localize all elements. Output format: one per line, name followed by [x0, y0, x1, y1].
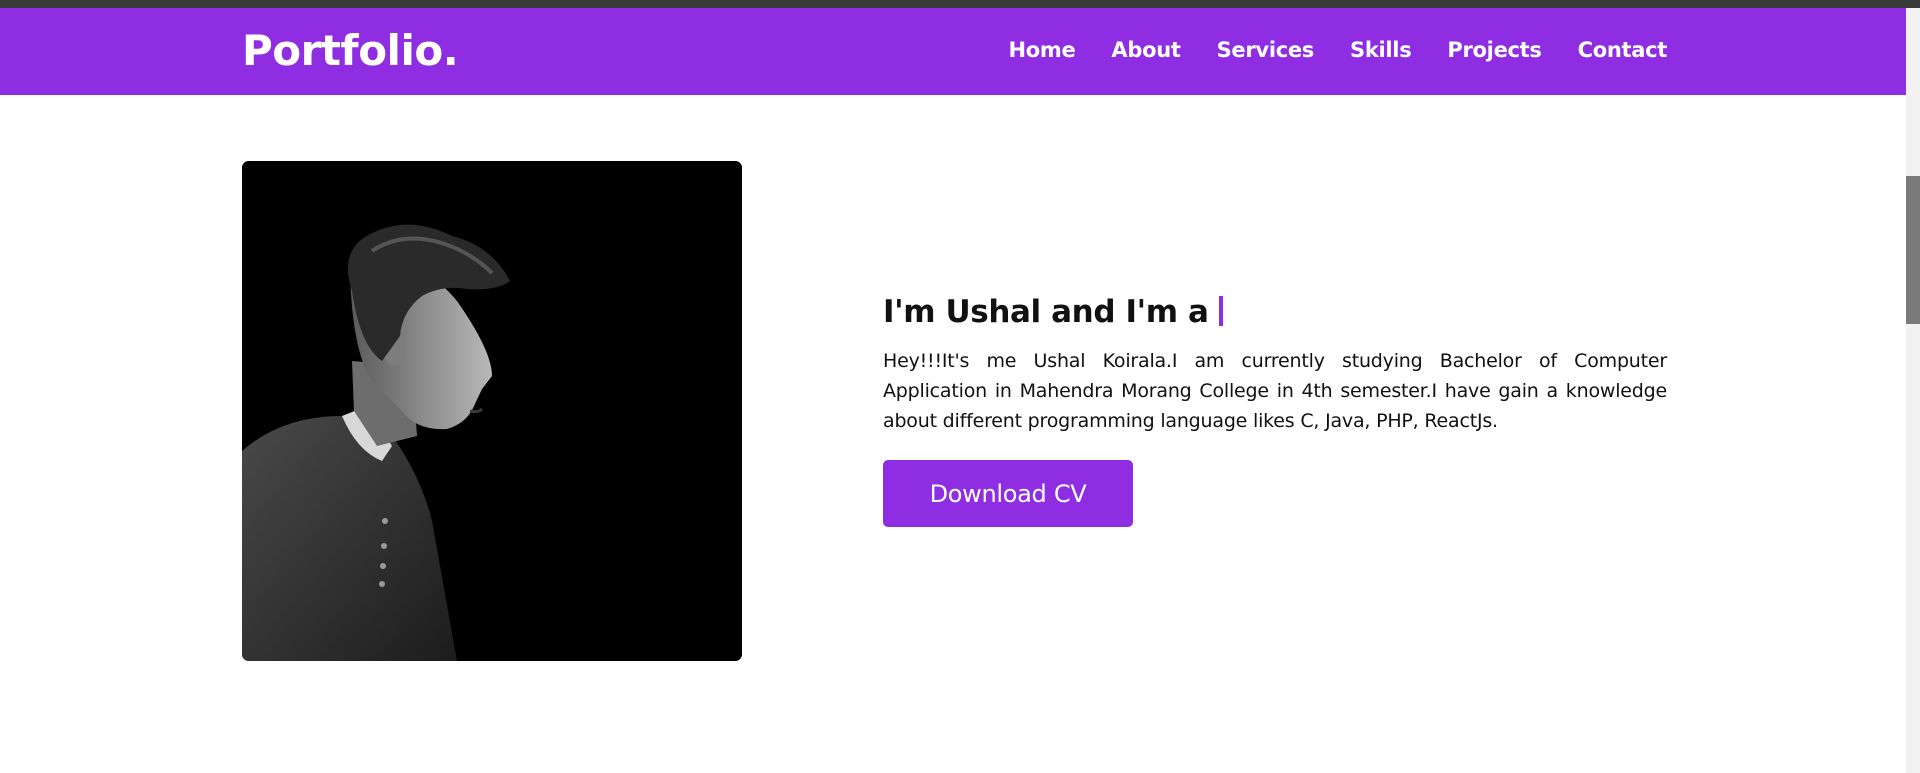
- nav-menu: Home About Services Skills Projects Cont…: [1008, 38, 1667, 62]
- nav-link-home[interactable]: Home: [1008, 38, 1075, 62]
- hero-intro: I'm Ushal and I'm a Hey!!!It's me Ushal …: [883, 290, 1667, 527]
- scrollbar-track[interactable]: [1906, 8, 1920, 773]
- hero-description: Hey!!!It's me Ushal Koirala.I am current…: [883, 350, 1667, 432]
- profile-photo: [242, 161, 742, 661]
- navbar: Portfolio. Home About Services Skills Pr…: [0, 8, 1906, 95]
- hero-headline-text: I'm Ushal and I'm a: [883, 294, 1209, 330]
- typing-cursor: [1218, 296, 1223, 326]
- nav-link-about[interactable]: About: [1111, 38, 1181, 62]
- logo[interactable]: Portfolio.: [242, 26, 459, 76]
- scrollbar-thumb[interactable]: [1906, 176, 1920, 324]
- nav-link-projects[interactable]: Projects: [1447, 38, 1542, 62]
- nav-link-services[interactable]: Services: [1217, 38, 1315, 62]
- nav-link-contact[interactable]: Contact: [1578, 38, 1668, 62]
- hero-headline: I'm Ushal and I'm a: [883, 290, 1667, 334]
- nav-link-skills[interactable]: Skills: [1350, 38, 1412, 62]
- download-cv-button[interactable]: Download CV: [883, 460, 1133, 527]
- profile-photo-illustration: [242, 161, 742, 661]
- browser-top-strip: [0, 0, 1920, 8]
